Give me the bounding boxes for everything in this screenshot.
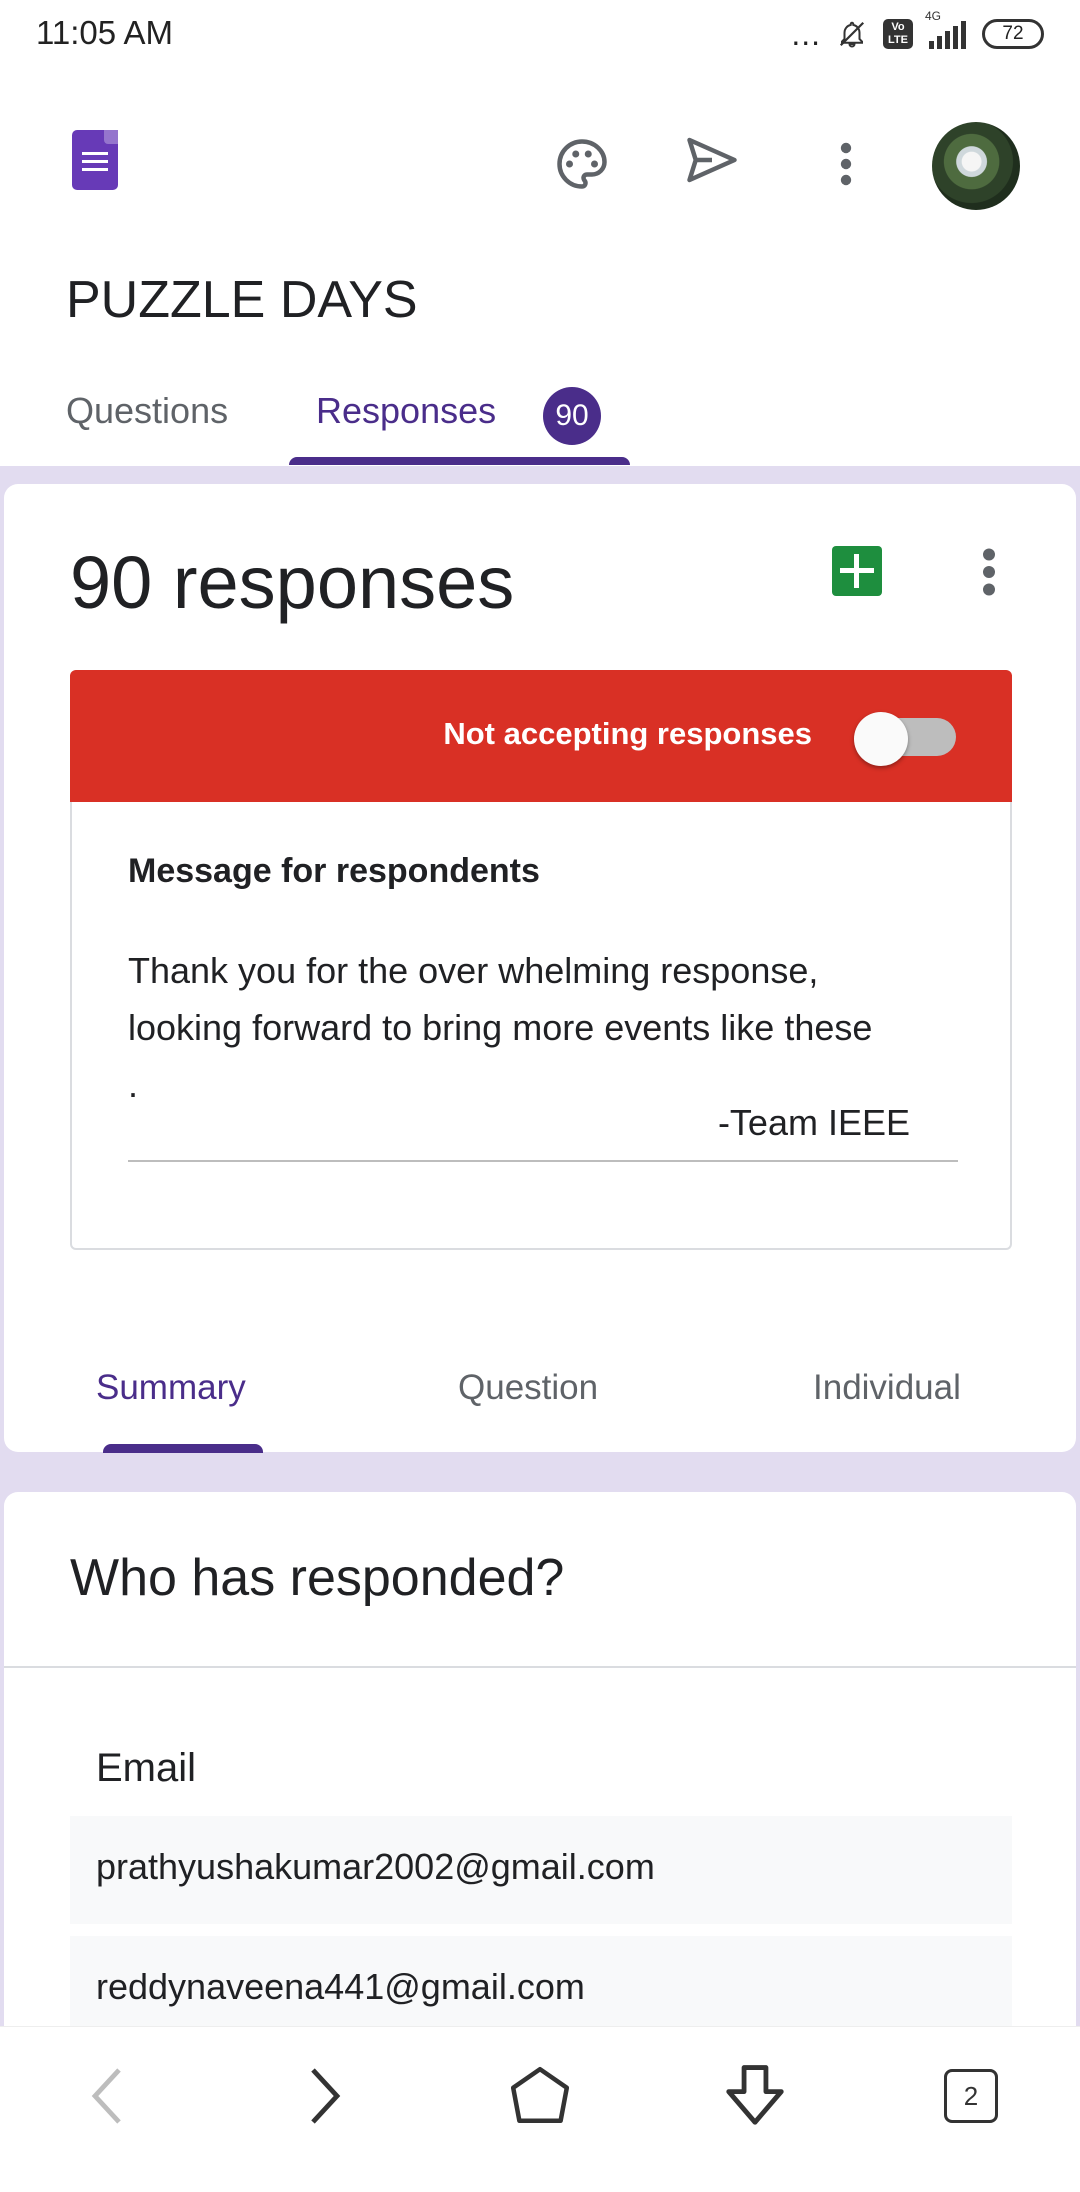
more-notifications-icon: ... [791, 16, 821, 52]
more-vert-icon[interactable] [810, 128, 882, 200]
form-title: PUZZLE DAYS [66, 271, 418, 329]
sheets-icon[interactable] [832, 546, 882, 596]
battery-icon: 72 [982, 19, 1044, 49]
tab-questions[interactable]: Questions [66, 390, 228, 432]
status-icons: ... Vo LTE 4G 72 [791, 9, 1044, 54]
status-time: 11:05 AM [36, 14, 173, 51]
message-label: Message for respondents [128, 852, 540, 890]
who-responded-title: Who has responded? [70, 1549, 565, 1607]
home-icon[interactable] [495, 2051, 585, 2141]
toggle-knob[interactable] [854, 712, 908, 766]
message-signature[interactable]: -Team IEEE [718, 1102, 910, 1144]
tab-count: 2 [944, 2069, 998, 2123]
back-icon[interactable] [62, 2051, 152, 2141]
download-icon[interactable] [710, 2051, 800, 2141]
forms-logo-icon [72, 130, 118, 190]
email-text: reddynaveena441@gmail.com [96, 1966, 585, 2007]
bell-off-icon [839, 21, 865, 48]
tab-indicator [289, 457, 630, 465]
message-underline [128, 1160, 958, 1162]
bottom-navigation: 2 [0, 2026, 1080, 2161]
subtab-indicator [103, 1444, 263, 1453]
accepting-status-label: Not accepting responses [443, 716, 812, 751]
tab-summary[interactable]: Summary [96, 1368, 246, 1408]
tab-individual[interactable]: Individual [813, 1368, 961, 1408]
list-item: prathyushakumar2002@gmail.com [70, 1816, 1012, 1924]
message-box: Message for respondents Thank you for th… [70, 802, 1012, 1250]
divider [4, 1666, 1076, 1668]
tab-question[interactable]: Question [458, 1368, 598, 1408]
message-input[interactable]: Thank you for the over whelming response… [128, 942, 968, 1113]
more-vert-icon[interactable] [974, 542, 1004, 602]
forward-icon[interactable] [280, 2051, 370, 2141]
tabs-button[interactable]: 2 [926, 2051, 1016, 2141]
send-icon[interactable] [676, 124, 748, 196]
tab-responses[interactable]: Responses [316, 390, 496, 432]
network-type: 4G [925, 9, 942, 23]
responses-count-title: 90 responses [70, 541, 515, 624]
email-text: prathyushakumar2002@gmail.com [96, 1846, 655, 1887]
battery-level: 72 [1002, 23, 1024, 44]
volte-icon: Vo LTE [883, 19, 913, 49]
responses-count-badge: 90 [543, 387, 601, 445]
accepting-responses-banner: Not accepting responses [70, 670, 1012, 802]
palette-icon[interactable] [546, 128, 618, 200]
avatar[interactable] [932, 122, 1020, 210]
email-column-header: Email [96, 1746, 197, 1790]
signal-icon: 4G [925, 9, 966, 49]
